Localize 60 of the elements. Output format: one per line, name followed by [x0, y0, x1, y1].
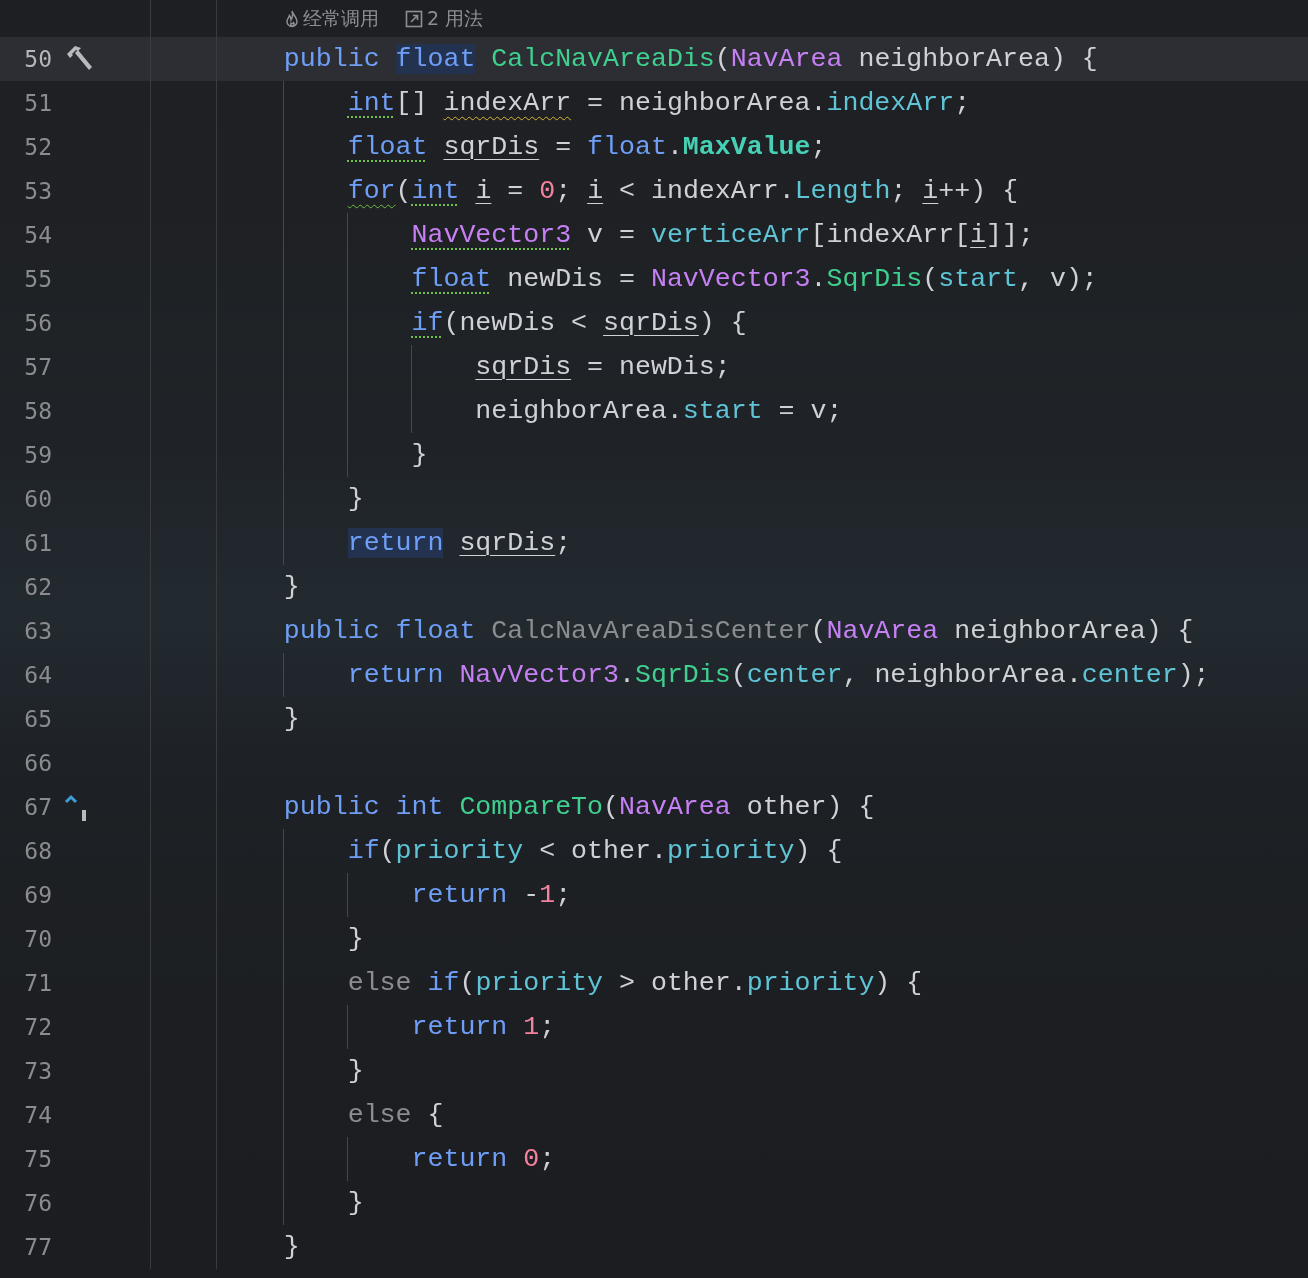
code-line: } — [282, 1231, 300, 1264]
line-number: 64 — [23, 662, 52, 688]
line-number: 69 — [23, 882, 52, 908]
line-number: 68 — [23, 838, 52, 864]
line-number: 61 — [23, 530, 52, 556]
code-line: sqrDis = newDis; — [474, 351, 731, 384]
code-line: return -1; — [410, 879, 572, 912]
line-number: 50 — [23, 46, 52, 72]
code-line: float sqrDis = float.MaxValue; — [346, 131, 827, 164]
code-line: } — [346, 923, 364, 956]
code-line: return NavVector3.SqrDis(center, neighborArea.center); — [346, 659, 1210, 692]
code-line: } — [410, 439, 428, 472]
code-line: if(priority < other.priority) { — [346, 835, 843, 868]
code-line: else { — [346, 1099, 444, 1132]
line-number: 59 — [23, 442, 52, 468]
code-line: } — [282, 703, 300, 736]
code-line: } — [282, 571, 300, 604]
code-line: return 1; — [410, 1011, 556, 1044]
code-line: public float CalcNavAreaDis(NavArea neighborArea) { — [282, 43, 1098, 76]
line-number: 75 — [23, 1146, 52, 1172]
line-number: 55 — [23, 266, 52, 292]
line-number: 62 — [23, 574, 52, 600]
code-line: } — [346, 483, 364, 516]
line-number: 66 — [23, 750, 52, 776]
line-number: 57 — [23, 354, 52, 380]
code-line: return 0; — [410, 1143, 556, 1176]
line-number: 72 — [23, 1014, 52, 1040]
code-line: neighborArea.start = v; — [474, 395, 843, 428]
code-line: if(newDis < sqrDis) { — [410, 307, 747, 340]
external-link-icon — [405, 9, 423, 28]
code-line: NavVector3 v = verticeArr[indexArr[i]]; — [410, 219, 1034, 252]
line-number: 74 — [23, 1102, 52, 1128]
line-number: 54 — [23, 222, 52, 248]
line-number: 51 — [23, 90, 52, 116]
flame-icon — [285, 9, 299, 28]
line-number: 52 — [23, 134, 52, 160]
code-line: } — [346, 1187, 364, 1220]
line-number: 76 — [23, 1190, 52, 1216]
code-line: } — [346, 1055, 364, 1088]
line-number: 58 — [23, 398, 52, 424]
line-number: 73 — [23, 1058, 52, 1084]
hammer-icon[interactable] — [64, 45, 94, 73]
code-line: int[] indexArr = neighborArea.indexArr; — [346, 87, 971, 120]
code-line: public float CalcNavAreaDisCenter(NavArea neighborArea) { — [282, 615, 1194, 648]
code-hint[interactable]: 2 用法 — [405, 5, 484, 32]
line-number: 53 — [23, 178, 52, 204]
code-line: else if(priority > other.priority) { — [346, 967, 923, 1000]
line-number: 70 — [23, 926, 52, 952]
code-line: for(int i = 0; i < indexArr.Length; i++) { — [346, 175, 1019, 208]
line-number: 71 — [23, 970, 52, 996]
code-line: float newDis = NavVector3.SqrDis(start, v); — [410, 263, 1098, 296]
line-number: 67 — [23, 794, 52, 820]
code-line: return sqrDis; — [346, 527, 572, 560]
line-number: 65 — [23, 706, 52, 732]
line-number: 77 — [23, 1234, 52, 1260]
line-number: 60 — [23, 486, 52, 512]
code-line: public int CompareTo(NavArea other) { — [282, 791, 875, 824]
line-number: 56 — [23, 310, 52, 336]
line-number: 63 — [23, 618, 52, 644]
code-hint[interactable]: 经常调用 — [285, 5, 379, 32]
